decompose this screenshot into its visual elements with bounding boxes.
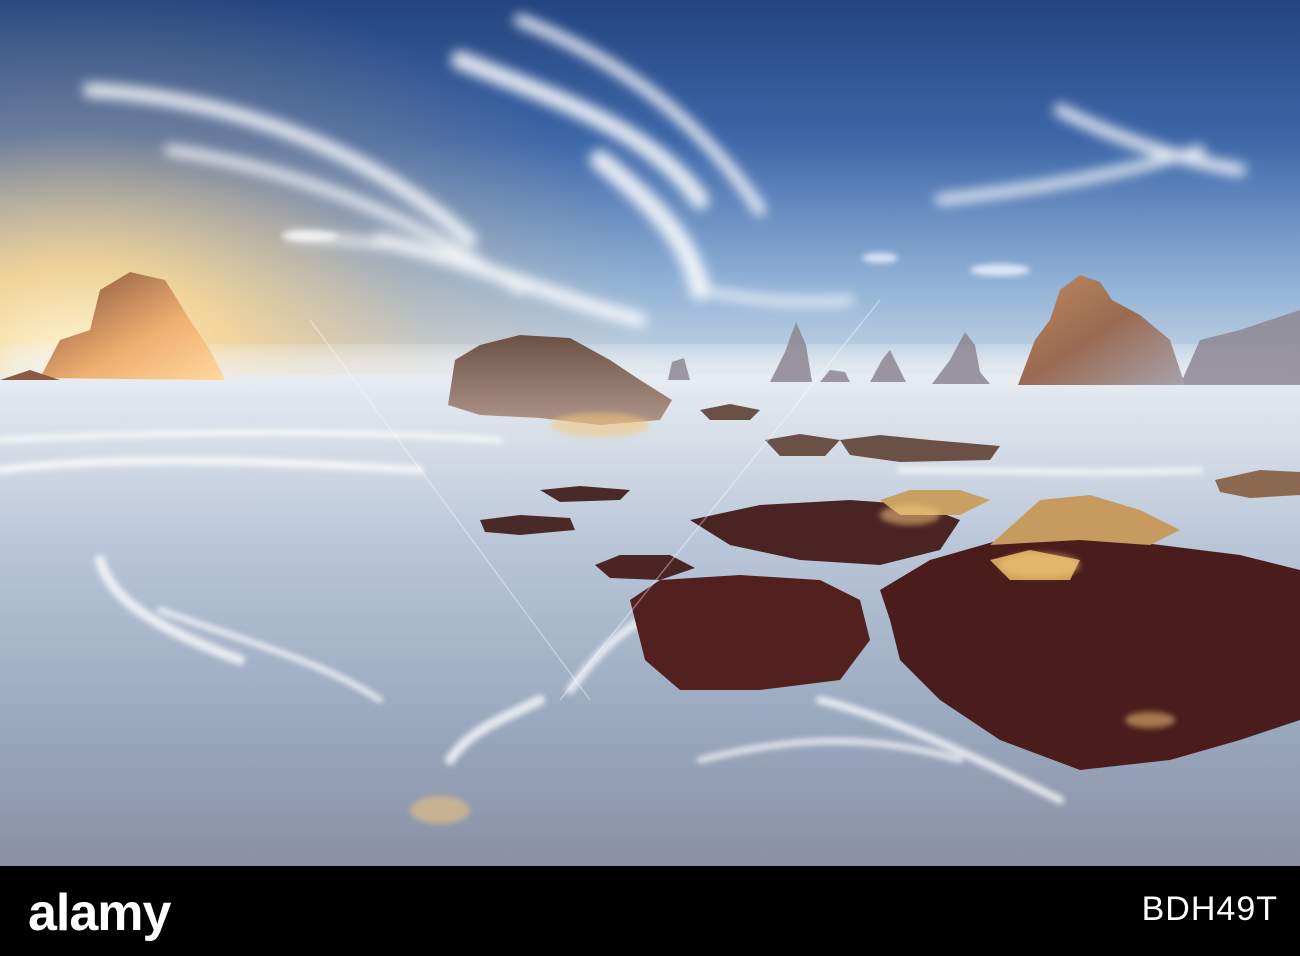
seascape-illustration (0, 0, 1300, 866)
alamy-logo: alamy (28, 884, 228, 949)
svg-text:alamy: alamy (28, 884, 172, 942)
alamy-logo-icon: alamy (28, 884, 173, 942)
image-id: BDH49T (1141, 890, 1278, 928)
stock-photo-page: alamy BDH49T (0, 0, 1300, 956)
seascape-photo (0, 0, 1300, 866)
footer-bar: alamy BDH49T (0, 866, 1300, 956)
